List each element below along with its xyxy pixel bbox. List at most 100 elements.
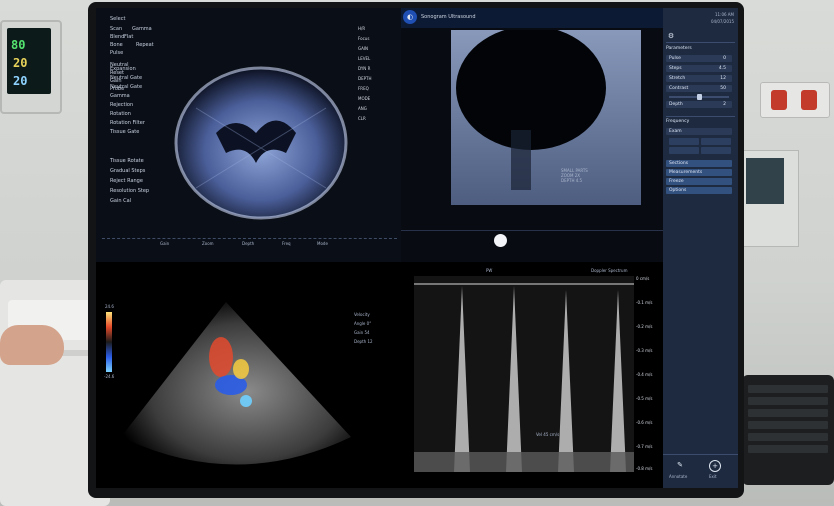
- scale-label: ANG: [358, 106, 367, 111]
- velocity-readout: Vel 45 cm/s: [536, 432, 560, 437]
- section-title: Parameters: [666, 46, 692, 51]
- scale-label: -0.3 m/s: [636, 348, 653, 353]
- settings-icon[interactable]: ⚙: [667, 32, 675, 40]
- menu-item[interactable]: Select: [110, 16, 125, 22]
- options-button[interactable]: Options: [666, 187, 732, 194]
- scale-label: 0 cm/s: [636, 276, 650, 281]
- toolbar-item[interactable]: Mode: [317, 241, 328, 246]
- menu-item[interactable]: Blend: [110, 34, 124, 40]
- scale-label: Focus: [358, 36, 370, 41]
- setting-item[interactable]: Rotation: [110, 111, 131, 117]
- menu-item[interactable]: Gamma: [132, 26, 152, 32]
- doppler-labels: Velocity Angle 0° Gain 54 Depth 12: [354, 312, 373, 344]
- spectrum-title: Doppler Spectrum: [591, 268, 628, 273]
- resp-readout: 20: [13, 74, 28, 88]
- toolbar-item[interactable]: Freq: [282, 241, 291, 246]
- setting-item[interactable]: Tissue Gate: [110, 129, 139, 135]
- doppler-label: Depth 12: [354, 339, 373, 344]
- header-status: 11:06 AM 04/07/2015: [667, 11, 734, 29]
- slider-track[interactable]: [669, 94, 729, 100]
- outlet-plug: [801, 90, 817, 110]
- eye-ultrasound-image: [451, 30, 641, 205]
- ultrasound-screen: Select Scan Blend Bone Pulse Neutral Res…: [96, 8, 738, 488]
- list-item[interactable]: Gain Cal: [110, 198, 131, 204]
- toolbar-item[interactable]: Depth: [242, 241, 254, 246]
- scale-label: H/R: [358, 26, 366, 31]
- list-item[interactable]: Gradual Steps: [110, 168, 145, 174]
- toggle-button[interactable]: [669, 147, 699, 154]
- app-header: ◐ Sonogram Ultrasound: [401, 8, 663, 28]
- slider-thumb[interactable]: [697, 94, 702, 100]
- menu-item[interactable]: Flat: [124, 34, 133, 40]
- menu-item[interactable]: Repeat: [136, 42, 154, 48]
- annotate-label: Annotate: [669, 474, 688, 479]
- toggle-button[interactable]: [701, 147, 731, 154]
- panel-spectral-doppler[interactable]: PW Doppler Spectrum Vel 45 cm/s 0 cm/s -…: [406, 262, 663, 488]
- wall-outlet: [760, 82, 830, 118]
- setting-item[interactable]: Rejection: [110, 102, 133, 108]
- scale-label: -0.1 m/s: [636, 300, 653, 305]
- record-button[interactable]: [494, 234, 507, 247]
- toolbar-item[interactable]: Gain: [160, 241, 169, 246]
- app-logo-icon: ◐: [403, 10, 417, 24]
- param-row[interactable]: Exam: [666, 128, 732, 135]
- scale-label: -0.4 m/s: [636, 372, 653, 377]
- menu-item[interactable]: Scan: [110, 26, 122, 32]
- doppler-spectrum-image: [414, 276, 634, 472]
- keyboard: [742, 375, 834, 485]
- scale-label: DEPTH: [358, 76, 372, 81]
- panel-eye-scan[interactable]: ◐ Sonogram Ultrasound SMALL PARTS ZOOM 2…: [401, 8, 663, 262]
- sections-button[interactable]: Sections: [666, 160, 732, 167]
- scale-label: MODE: [358, 96, 371, 101]
- scale-label: -0.7 m/s: [636, 444, 653, 449]
- scale-label: FREQ: [358, 86, 369, 91]
- brain-ultrasound-image: [174, 66, 348, 220]
- annotate-icon[interactable]: ✎: [675, 460, 685, 470]
- param-row[interactable]: Stretch 12: [666, 75, 732, 82]
- section-title: Frequency: [666, 119, 690, 124]
- freeze-button[interactable]: Freeze: [666, 178, 732, 185]
- menu-item[interactable]: Bone: [110, 42, 123, 48]
- scale-label: -0.5 m/s: [636, 396, 653, 401]
- setting-item[interactable]: Expansion: [110, 66, 136, 72]
- setting-item[interactable]: Neutral Gate: [110, 84, 142, 90]
- bottom-toolbar: Gain Zoom Depth Freq Mode: [102, 238, 397, 249]
- param-row[interactable]: Pulse 0: [666, 55, 732, 62]
- menu-item[interactable]: Pulse: [110, 50, 123, 56]
- spectrum-mode: PW: [486, 268, 493, 273]
- clock-time: 11:06 AM: [715, 12, 734, 17]
- eye-labels: SMALL PARTS ZOOM 2X DEPTH 4.5: [561, 168, 588, 183]
- toggle-button[interactable]: [701, 138, 731, 145]
- list-item[interactable]: Reject Range: [110, 178, 143, 184]
- outlet-plug: [771, 90, 787, 110]
- scale-label: CLR: [358, 116, 366, 121]
- toolbar-item[interactable]: Zoom: [202, 241, 214, 246]
- measurements-button[interactable]: Measurements: [666, 169, 732, 176]
- toggle-button[interactable]: [669, 138, 699, 145]
- control-sidepanel: 11:06 AM 04/07/2015 ⚙ Parameters Pulse 0…: [663, 8, 738, 488]
- setting-item[interactable]: Gamma: [110, 93, 130, 99]
- scan-label: DEPTH 4.5: [561, 178, 583, 183]
- exit-icon[interactable]: +: [709, 460, 721, 472]
- list-item[interactable]: Resolution Step: [110, 188, 149, 194]
- scale-label: LEVEL: [358, 56, 371, 61]
- scale-label: -0.2 m/s: [636, 324, 653, 329]
- scale-label: -0.8 m/s: [636, 466, 653, 471]
- setting-item[interactable]: Rotation Filter: [110, 120, 145, 126]
- cardiac-sector-image: [121, 302, 351, 465]
- clock-date: 04/07/2015: [710, 19, 734, 24]
- panel-color-doppler[interactable]: 24.6 -24.6 Velocity Angle 0° Gain 54 Dep…: [96, 262, 406, 488]
- depth-scale: H/R Focus GAIN LEVEL DYN R DEPTH FREQ MO…: [358, 26, 388, 226]
- param-row[interactable]: Steps 4.5: [666, 65, 732, 72]
- doppler-label: Velocity: [354, 312, 370, 317]
- equipment-screen: [746, 158, 784, 204]
- scale-label: -0.6 m/s: [636, 420, 653, 425]
- list-item[interactable]: Tissue Rotate: [110, 158, 144, 164]
- vitals-screen: 80 20 20: [7, 28, 51, 94]
- vitals-monitor: 80 20 20: [0, 20, 62, 114]
- param-row[interactable]: Depth 2: [666, 101, 732, 108]
- param-row[interactable]: Contrast 50: [666, 85, 732, 92]
- setting-item[interactable]: Neutral Gate: [110, 75, 142, 81]
- panel-brain-scan[interactable]: Select Scan Blend Bone Pulse Neutral Res…: [96, 8, 401, 262]
- heart-rate-readout: 80: [11, 38, 26, 52]
